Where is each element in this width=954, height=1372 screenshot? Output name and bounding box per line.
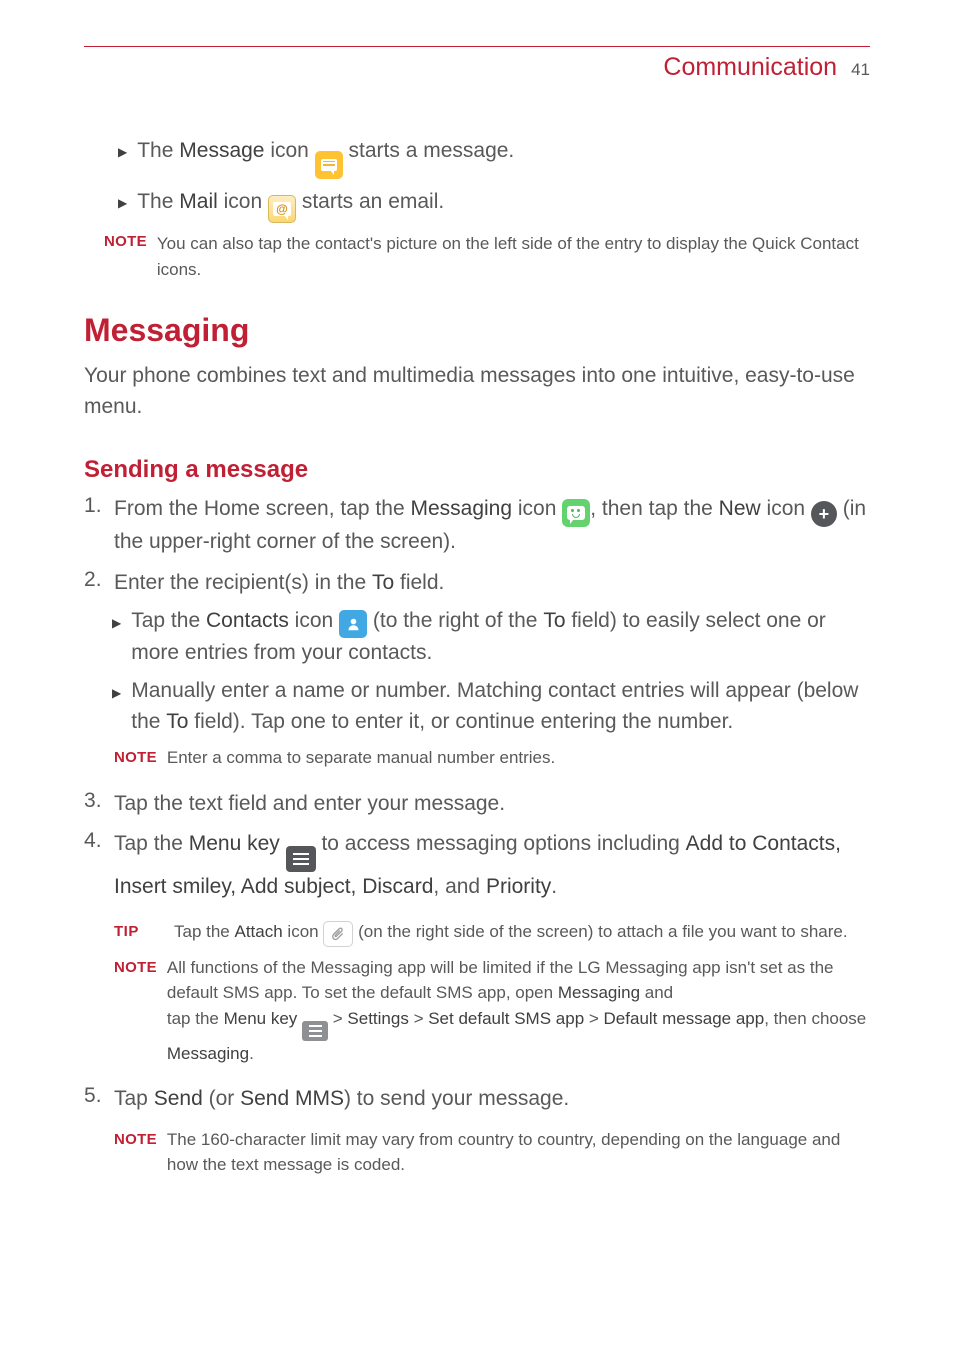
text: Tap the [131, 609, 206, 632]
heading-messaging: Messaging [84, 312, 870, 349]
step2-sub-manual: ▶ Manually enter a name or number. Match… [112, 676, 870, 737]
text: . [551, 875, 557, 898]
text: field. [394, 571, 444, 594]
page-header: Communication 41 [84, 53, 870, 82]
message-icon [315, 151, 343, 179]
tip-attach: TIP Tap the Attach icon (on the right si… [114, 919, 870, 947]
text: All functions of the Messaging app will … [167, 958, 834, 1003]
triangle-icon: ▶ [112, 676, 121, 702]
heading-sending: Sending a message [84, 456, 870, 484]
text-bold: Messaging [410, 497, 512, 520]
text: icon [218, 190, 268, 213]
text: , then tap the [590, 497, 718, 520]
text: icon [289, 609, 339, 632]
text: , then choose [764, 1009, 866, 1028]
text: icon [761, 497, 811, 520]
text: starts a message. [349, 139, 515, 162]
step-5: Tap Send (or Send MMS) to send your mess… [84, 1084, 870, 1185]
bullet-message: ▶ The Message icon starts a message. [118, 136, 870, 179]
note-label: NOTE [114, 1127, 157, 1151]
note-text: Enter a comma to separate manual number … [167, 745, 555, 771]
header-rule [84, 46, 870, 47]
messaging-intro: Your phone combines text and multimedia … [84, 361, 870, 422]
text-bold: Priority [486, 875, 551, 898]
contacts-icon [339, 610, 367, 638]
new-icon: + [811, 501, 837, 527]
text-bold: To [166, 710, 188, 733]
tip-label: TIP [114, 919, 164, 943]
text-bold: To [372, 571, 394, 594]
text: to access messaging options including [316, 832, 686, 855]
text: Tap the [174, 922, 235, 941]
text-bold: Send MMS [240, 1087, 344, 1110]
text: and [640, 983, 673, 1002]
triangle-icon: ▶ [112, 606, 121, 632]
step2-sub-contacts: ▶ Tap the Contacts icon (to the right of… [112, 606, 870, 668]
text: Tap [114, 1087, 154, 1110]
text: icon [512, 497, 562, 520]
text: (on the right side of the screen) to att… [358, 922, 848, 941]
note-default-sms: NOTE All functions of the Messaging app … [114, 955, 870, 1067]
text-bold: Default message app [604, 1009, 765, 1028]
step-1: From the Home screen, tap the Messaging … [84, 494, 870, 557]
text-bold: New [719, 497, 761, 520]
text: From the Home screen, tap the [114, 497, 410, 520]
text: The [137, 190, 179, 213]
text: icon [283, 922, 324, 941]
text-bold: Send [154, 1087, 203, 1110]
text-bold: Menu key [224, 1009, 298, 1028]
text-bold: Attach [235, 922, 283, 941]
triangle-icon: ▶ [118, 136, 127, 159]
bullet-mail: ▶ The Mail icon @ starts an email. [118, 187, 870, 224]
note-label: NOTE [114, 745, 157, 769]
text-bold: Set default SMS app [428, 1009, 584, 1028]
text-bold: Settings [347, 1009, 408, 1028]
text: > [409, 1009, 428, 1028]
triangle-icon: ▶ [118, 187, 127, 210]
note-text: You can also tap the contact's picture o… [157, 231, 870, 282]
step-2: Enter the recipient(s) in the To field. … [84, 568, 870, 779]
menu-key-icon [286, 846, 316, 872]
mail-icon: @ [268, 195, 296, 223]
text-bold: Messaging [167, 1044, 249, 1063]
text: Enter the recipient(s) in the [114, 571, 372, 594]
text-bold: Contacts [206, 609, 289, 632]
text: field). Tap one to enter it, or continue… [188, 710, 733, 733]
text-bold: Messaging [558, 983, 640, 1002]
text: ) to send your message. [344, 1087, 569, 1110]
text: Tap the text field and enter your messag… [114, 789, 870, 819]
menu-key-small-icon [302, 1021, 328, 1041]
note-quick-contact: NOTE You can also tap the contact's pict… [104, 231, 870, 282]
text: > [584, 1009, 603, 1028]
note-char-limit: NOTE The 160-character limit may vary fr… [114, 1127, 870, 1178]
step-4: Tap the Menu key to access messaging opt… [84, 829, 870, 1074]
section-title: Communication [663, 53, 837, 82]
attach-icon [323, 921, 353, 947]
note-label: NOTE [104, 231, 147, 250]
text-bold: Menu key [189, 832, 280, 855]
messaging-app-icon [562, 499, 590, 527]
note-label: NOTE [114, 955, 157, 979]
text: (to the right of the [367, 609, 543, 632]
text-bold: Message [179, 139, 264, 162]
text: > [328, 1009, 347, 1028]
text: , and [433, 875, 486, 898]
step-3: Tap the text field and enter your messag… [84, 789, 870, 819]
note-comma: NOTE Enter a comma to separate manual nu… [114, 745, 870, 771]
text: Tap the [114, 832, 189, 855]
text: . [249, 1044, 254, 1063]
text: tap the [167, 1009, 224, 1028]
text-bold: To [543, 609, 565, 632]
text: starts an email. [302, 190, 444, 213]
text: (or [203, 1087, 240, 1110]
text: The [137, 139, 179, 162]
note-text: The 160-character limit may vary from co… [167, 1127, 870, 1178]
text: icon [264, 139, 314, 162]
text-bold: Mail [179, 190, 218, 213]
page-number: 41 [851, 60, 870, 80]
